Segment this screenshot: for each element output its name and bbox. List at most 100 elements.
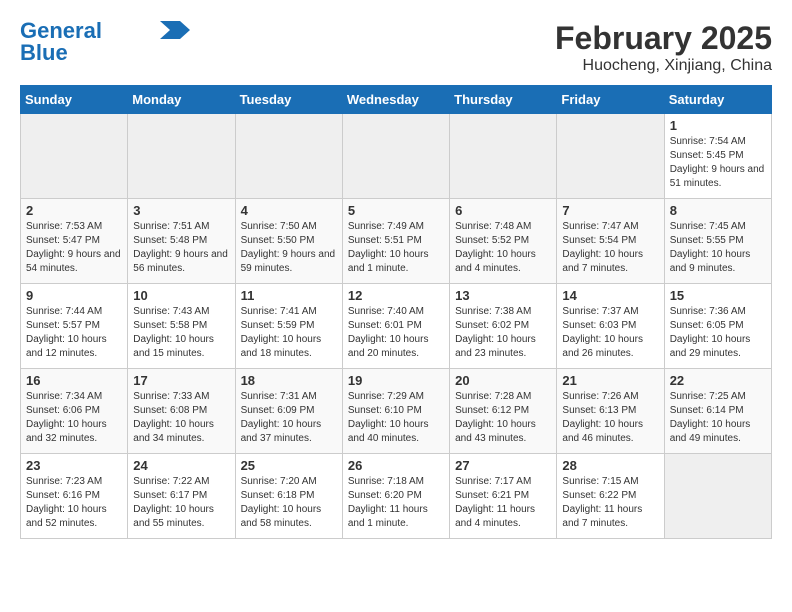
day-number: 1 — [670, 118, 766, 133]
col-saturday: Saturday — [664, 86, 771, 114]
table-row: 10 Sunrise: 7:43 AM Sunset: 5:58 PM Dayli… — [128, 284, 235, 369]
table-row: 13 Sunrise: 7:38 AM Sunset: 6:02 PM Dayli… — [450, 284, 557, 369]
day-info: Sunrise: 7:25 AM Sunset: 6:14 PM Dayligh… — [670, 390, 766, 446]
calendar-header-row: Sunday Monday Tuesday Wednesday Thursday… — [21, 86, 772, 114]
day-info: Sunrise: 7:28 AM Sunset: 6:12 PM Dayligh… — [455, 390, 551, 446]
day-info: Sunrise: 7:54 AM Sunset: 5:45 PM Dayligh… — [670, 135, 766, 191]
day-number: 12 — [348, 288, 444, 303]
table-row: 22 Sunrise: 7:25 AM Sunset: 6:14 PM Dayli… — [664, 369, 771, 454]
calendar-week-row: 9 Sunrise: 7:44 AM Sunset: 5:57 PM Daylig… — [21, 284, 772, 369]
day-number: 9 — [26, 288, 122, 303]
day-info: Sunrise: 7:17 AM Sunset: 6:21 PM Dayligh… — [455, 475, 551, 531]
day-info: Sunrise: 7:40 AM Sunset: 6:01 PM Dayligh… — [348, 305, 444, 361]
calendar-title: February 2025 — [555, 20, 772, 57]
day-number: 25 — [241, 458, 337, 473]
table-row: 24 Sunrise: 7:22 AM Sunset: 6:17 PM Dayli… — [128, 454, 235, 539]
calendar-week-row: 1 Sunrise: 7:54 AM Sunset: 5:45 PM Daylig… — [21, 114, 772, 199]
day-number: 28 — [562, 458, 658, 473]
table-row: 28 Sunrise: 7:15 AM Sunset: 6:22 PM Dayli… — [557, 454, 664, 539]
table-row — [235, 114, 342, 199]
day-info: Sunrise: 7:15 AM Sunset: 6:22 PM Dayligh… — [562, 475, 658, 531]
calendar-table: Sunday Monday Tuesday Wednesday Thursday… — [20, 85, 772, 539]
calendar-title-block: February 2025 Huocheng, Xinjiang, China — [555, 20, 772, 75]
day-info: Sunrise: 7:49 AM Sunset: 5:51 PM Dayligh… — [348, 220, 444, 276]
day-number: 26 — [348, 458, 444, 473]
table-row — [21, 114, 128, 199]
table-row: 2Sunrise: 7:53 AM Sunset: 5:47 PM Daylig… — [21, 199, 128, 284]
logo-text: General — [20, 20, 102, 42]
logo: General Blue — [20, 20, 190, 64]
day-number: 6 — [455, 203, 551, 218]
day-info: Sunrise: 7:31 AM Sunset: 6:09 PM Dayligh… — [241, 390, 337, 446]
day-info: Sunrise: 7:33 AM Sunset: 6:08 PM Dayligh… — [133, 390, 229, 446]
logo-icon — [160, 21, 190, 39]
table-row: 14 Sunrise: 7:37 AM Sunset: 6:03 PM Dayli… — [557, 284, 664, 369]
day-info: Sunrise: 7:26 AM Sunset: 6:13 PM Dayligh… — [562, 390, 658, 446]
day-info: Sunrise: 7:36 AM Sunset: 6:05 PM Dayligh… — [670, 305, 766, 361]
calendar-week-row: 2Sunrise: 7:53 AM Sunset: 5:47 PM Daylig… — [21, 199, 772, 284]
table-row: 9 Sunrise: 7:44 AM Sunset: 5:57 PM Daylig… — [21, 284, 128, 369]
day-info: Sunrise: 7:20 AM Sunset: 6:18 PM Dayligh… — [241, 475, 337, 531]
day-number: 5 — [348, 203, 444, 218]
table-row: 27 Sunrise: 7:17 AM Sunset: 6:21 PM Dayli… — [450, 454, 557, 539]
table-row — [450, 114, 557, 199]
day-number: 10 — [133, 288, 229, 303]
day-info: Sunrise: 7:22 AM Sunset: 6:17 PM Dayligh… — [133, 475, 229, 531]
day-info: Sunrise: 7:44 AM Sunset: 5:57 PM Dayligh… — [26, 305, 122, 361]
table-row: 25 Sunrise: 7:20 AM Sunset: 6:18 PM Dayli… — [235, 454, 342, 539]
col-wednesday: Wednesday — [342, 86, 449, 114]
table-row: 17 Sunrise: 7:33 AM Sunset: 6:08 PM Dayli… — [128, 369, 235, 454]
day-number: 27 — [455, 458, 551, 473]
table-row: 12 Sunrise: 7:40 AM Sunset: 6:01 PM Dayli… — [342, 284, 449, 369]
day-info: Sunrise: 7:18 AM Sunset: 6:20 PM Dayligh… — [348, 475, 444, 531]
day-info: Sunrise: 7:51 AM Sunset: 5:48 PM Dayligh… — [133, 220, 229, 276]
table-row: 11 Sunrise: 7:41 AM Sunset: 5:59 PM Dayli… — [235, 284, 342, 369]
day-number: 4 — [241, 203, 337, 218]
day-number: 14 — [562, 288, 658, 303]
day-info: Sunrise: 7:34 AM Sunset: 6:06 PM Dayligh… — [26, 390, 122, 446]
day-number: 11 — [241, 288, 337, 303]
day-info: Sunrise: 7:41 AM Sunset: 5:59 PM Dayligh… — [241, 305, 337, 361]
day-number: 19 — [348, 373, 444, 388]
table-row: 15 Sunrise: 7:36 AM Sunset: 6:05 PM Dayli… — [664, 284, 771, 369]
day-number: 8 — [670, 203, 766, 218]
table-row — [557, 114, 664, 199]
day-number: 18 — [241, 373, 337, 388]
day-number: 7 — [562, 203, 658, 218]
logo-blue-text: Blue — [20, 42, 68, 64]
calendar-week-row: 16 Sunrise: 7:34 AM Sunset: 6:06 PM Dayli… — [21, 369, 772, 454]
col-thursday: Thursday — [450, 86, 557, 114]
day-number: 21 — [562, 373, 658, 388]
day-number: 16 — [26, 373, 122, 388]
col-friday: Friday — [557, 86, 664, 114]
table-row: 3Sunrise: 7:51 AM Sunset: 5:48 PM Daylig… — [128, 199, 235, 284]
page-header: General Blue February 2025 Huocheng, Xin… — [20, 20, 772, 75]
table-row — [342, 114, 449, 199]
day-number: 23 — [26, 458, 122, 473]
table-row: 16 Sunrise: 7:34 AM Sunset: 6:06 PM Dayli… — [21, 369, 128, 454]
calendar-subtitle: Huocheng, Xinjiang, China — [555, 57, 772, 75]
table-row: 5 Sunrise: 7:49 AM Sunset: 5:51 PM Daylig… — [342, 199, 449, 284]
table-row: 18 Sunrise: 7:31 AM Sunset: 6:09 PM Dayli… — [235, 369, 342, 454]
table-row: 4 Sunrise: 7:50 AM Sunset: 5:50 PM Daylig… — [235, 199, 342, 284]
table-row — [664, 454, 771, 539]
col-sunday: Sunday — [21, 86, 128, 114]
day-info: Sunrise: 7:43 AM Sunset: 5:58 PM Dayligh… — [133, 305, 229, 361]
day-number: 24 — [133, 458, 229, 473]
day-info: Sunrise: 7:48 AM Sunset: 5:52 PM Dayligh… — [455, 220, 551, 276]
day-number: 15 — [670, 288, 766, 303]
day-number: 13 — [455, 288, 551, 303]
day-number: 22 — [670, 373, 766, 388]
day-info: Sunrise: 7:53 AM Sunset: 5:47 PM Dayligh… — [26, 220, 122, 276]
table-row: 20Sunrise: 7:28 AM Sunset: 6:12 PM Dayli… — [450, 369, 557, 454]
day-info: Sunrise: 7:29 AM Sunset: 6:10 PM Dayligh… — [348, 390, 444, 446]
day-info: Sunrise: 7:38 AM Sunset: 6:02 PM Dayligh… — [455, 305, 551, 361]
day-number: 17 — [133, 373, 229, 388]
table-row: 7Sunrise: 7:47 AM Sunset: 5:54 PM Daylig… — [557, 199, 664, 284]
col-tuesday: Tuesday — [235, 86, 342, 114]
day-info: Sunrise: 7:50 AM Sunset: 5:50 PM Dayligh… — [241, 220, 337, 276]
day-info: Sunrise: 7:37 AM Sunset: 6:03 PM Dayligh… — [562, 305, 658, 361]
table-row: 26 Sunrise: 7:18 AM Sunset: 6:20 PM Dayli… — [342, 454, 449, 539]
col-monday: Monday — [128, 86, 235, 114]
table-row — [128, 114, 235, 199]
